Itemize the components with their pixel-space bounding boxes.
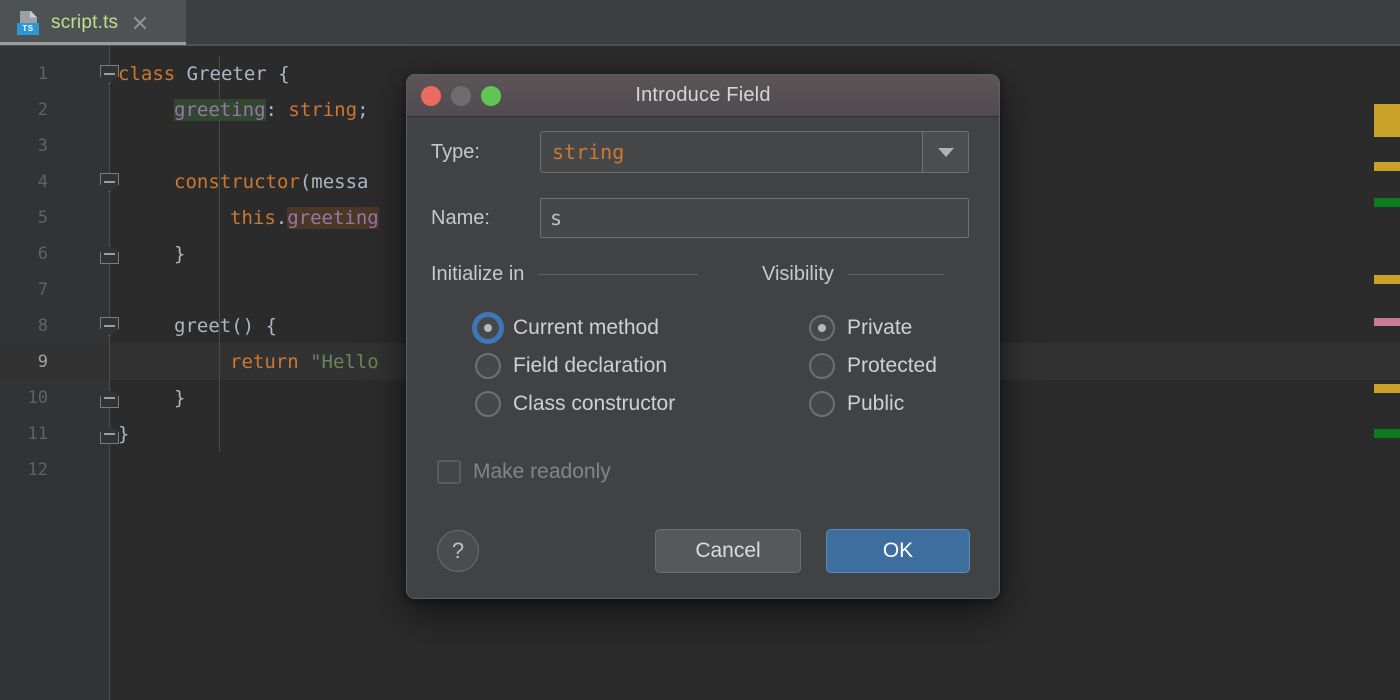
ide-window: TS script.ts 1 2 3 4 5 6 7 8 9 10 11 12 class Greet… [0, 0, 1400, 700]
close-traffic-light[interactable] [421, 86, 441, 106]
usage-marker[interactable] [1374, 318, 1400, 326]
radio-protected[interactable]: Protected [809, 351, 937, 381]
radio-public[interactable]: Public [809, 389, 904, 419]
typescript-file-icon: TS [16, 10, 42, 36]
fold-up-icon[interactable] [100, 389, 119, 408]
line-number: 1 [37, 64, 48, 84]
name-input[interactable]: s [540, 198, 969, 238]
warning-marker[interactable] [1374, 275, 1400, 284]
dialog-body: Type: string Name: s Initialize in Curre… [407, 117, 999, 598]
radio-class-constructor[interactable]: Class constructor [475, 389, 675, 419]
radio-label: Current method [513, 316, 659, 339]
fold-up-icon[interactable] [100, 245, 119, 264]
line-number: 8 [37, 316, 48, 336]
fold-down-icon[interactable] [100, 65, 119, 84]
line-number: 9 [37, 352, 48, 372]
initialize-in-group-header: Initialize in [431, 263, 741, 286]
code-line[interactable]: class Greeter { [118, 56, 290, 92]
line-number: 6 [37, 244, 48, 264]
warning-marker[interactable] [1374, 384, 1400, 393]
radio-indicator[interactable] [475, 315, 501, 341]
code-line[interactable]: } [174, 236, 185, 272]
group-divider [538, 274, 699, 275]
code-line[interactable]: } [118, 416, 129, 452]
radio-indicator[interactable] [475, 353, 501, 379]
radio-label: Public [847, 392, 905, 415]
code-line[interactable]: } [174, 380, 185, 416]
name-label: Name: [431, 206, 490, 229]
checkbox-indicator[interactable] [437, 460, 461, 484]
vcs-added-marker[interactable] [1374, 198, 1400, 207]
zoom-traffic-light[interactable] [481, 86, 501, 106]
make-readonly-label: Make readonly [473, 460, 611, 483]
radio-indicator[interactable] [809, 315, 835, 341]
type-label: Type: [431, 140, 480, 163]
ok-button[interactable]: OK [826, 529, 970, 573]
initialize-in-legend: Initialize in [431, 263, 525, 285]
radio-indicator[interactable] [809, 353, 835, 379]
radio-label: Field declaration [513, 354, 668, 377]
code-line[interactable]: this.greeting [230, 200, 379, 236]
line-number: 12 [27, 460, 48, 480]
radio-current-method[interactable]: Current method [475, 313, 659, 343]
code-line[interactable]: return "Hello [230, 344, 379, 380]
window-controls [421, 86, 501, 106]
make-readonly-checkbox[interactable]: Make readonly [437, 460, 611, 484]
editor-tab-bar: TS script.ts [0, 0, 1400, 46]
radio-label: Class constructor [513, 392, 676, 415]
editor-tab-script-ts[interactable]: TS script.ts [0, 0, 186, 45]
line-number: 11 [27, 424, 48, 444]
radio-indicator[interactable] [475, 391, 501, 417]
close-icon[interactable] [130, 13, 150, 33]
typescript-badge-label: TS [17, 22, 39, 35]
warning-marker[interactable] [1374, 162, 1400, 171]
radio-label: Protected [847, 354, 937, 377]
line-number: 2 [37, 100, 48, 120]
radio-field-declaration[interactable]: Field declaration [475, 351, 667, 381]
introduce-field-dialog: Introduce Field Type: string Name: s Ini… [406, 74, 1000, 599]
dialog-title-bar[interactable]: Introduce Field [407, 75, 999, 117]
indent-guide [109, 46, 110, 700]
minimize-traffic-light[interactable] [451, 86, 471, 106]
line-number: 10 [27, 388, 48, 408]
code-line[interactable]: greet() { [174, 308, 277, 344]
radio-label: Private [847, 316, 913, 339]
group-divider [847, 274, 944, 275]
type-combobox[interactable]: string [540, 131, 969, 173]
warning-marker[interactable] [1374, 104, 1400, 137]
line-number: 7 [37, 280, 48, 300]
editor-tab-filename: script.ts [51, 11, 119, 33]
line-number: 4 [37, 172, 48, 192]
editor-marker-gutter[interactable] [1374, 46, 1400, 700]
code-line[interactable]: greeting: string; [174, 92, 369, 128]
active-tab-indicator [0, 42, 186, 45]
visibility-group-header: Visibility [762, 263, 977, 286]
fold-down-icon[interactable] [100, 173, 119, 192]
radio-indicator[interactable] [809, 391, 835, 417]
type-value: string [552, 140, 625, 164]
vcs-added-marker[interactable] [1374, 429, 1400, 438]
visibility-legend: Visibility [762, 263, 834, 285]
cancel-button[interactable]: Cancel [655, 529, 801, 573]
name-row: Name: [431, 198, 490, 238]
radio-private[interactable]: Private [809, 313, 912, 343]
chevron-down-icon[interactable] [922, 132, 968, 172]
line-number: 5 [37, 208, 48, 228]
line-number: 3 [37, 136, 48, 156]
code-line[interactable]: constructor(messa [174, 164, 369, 200]
help-button[interactable]: ? [437, 530, 479, 572]
fold-down-icon[interactable] [100, 317, 119, 336]
fold-up-icon[interactable] [100, 425, 119, 444]
type-row: Type: [431, 131, 480, 173]
